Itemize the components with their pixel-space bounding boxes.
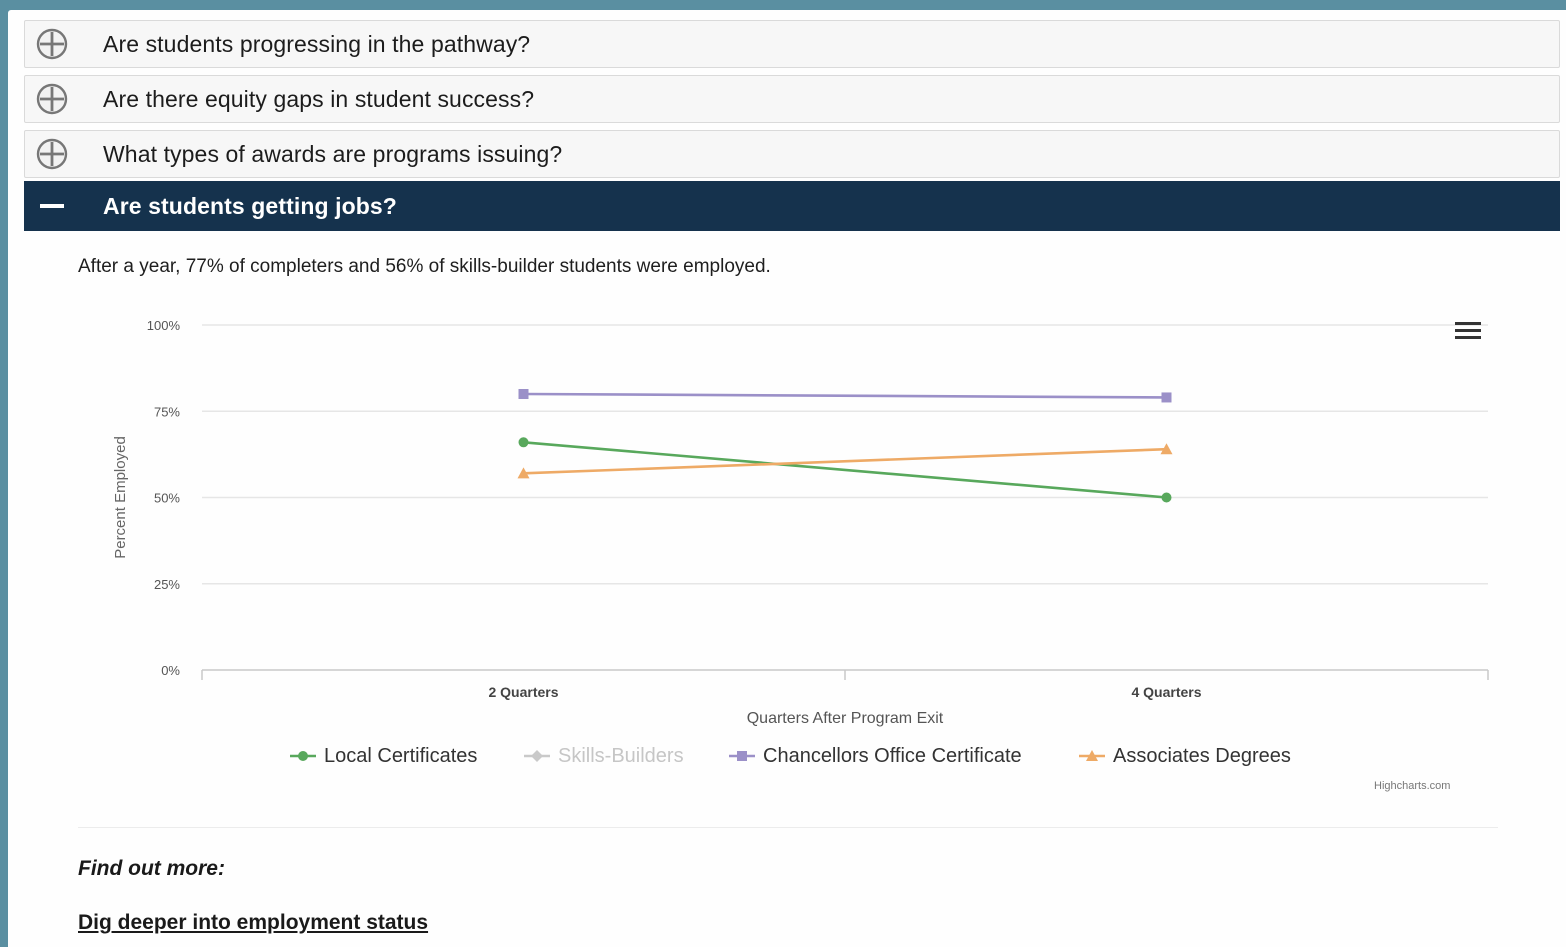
x-tick-label: 2 Quarters xyxy=(488,684,558,700)
data-point-local-certificates xyxy=(518,437,529,448)
plus-circle-icon xyxy=(36,28,68,60)
legend-marker xyxy=(531,750,543,762)
y-tick-label: 25% xyxy=(154,577,180,592)
data-point-chancellors-office-certificate xyxy=(518,389,529,399)
legend-marker xyxy=(737,751,747,761)
page-content: Are students progressing in the pathway?… xyxy=(8,10,1566,947)
legend-label: Local Certificates xyxy=(324,745,477,767)
divider xyxy=(78,827,1498,828)
legend-item-associates-degrees[interactable]: Associates Degrees xyxy=(1079,745,1291,767)
y-tick-label: 50% xyxy=(154,491,180,506)
y-tick-label: 100% xyxy=(147,318,181,333)
plus-circle-icon xyxy=(36,83,68,115)
employment-status-link[interactable]: Dig deeper into employment status xyxy=(78,911,428,935)
legend-marker xyxy=(298,751,308,761)
series-associates-degrees xyxy=(517,443,1173,479)
legend-item-skills-builders[interactable]: Skills-Builders xyxy=(524,745,684,767)
y-tick-label: 0% xyxy=(161,663,180,678)
accordion-item-award-types[interactable]: What types of awards are programs issuin… xyxy=(24,130,1560,178)
window-left-edge xyxy=(0,10,8,947)
minus-icon xyxy=(40,204,64,208)
y-tick-label: 75% xyxy=(154,404,180,419)
accordion-item-jobs[interactable]: Are students getting jobs? xyxy=(24,181,1560,231)
legend-item-local-certificates[interactable]: Local Certificates xyxy=(290,745,477,767)
accordion-item-equity-gaps[interactable]: Are there equity gaps in student success… xyxy=(24,75,1560,123)
accordion-item-label: Are there equity gaps in student success… xyxy=(103,85,535,112)
accordion-item-label: Are students progressing in the pathway? xyxy=(103,30,531,57)
x-axis-title: Quarters After Program Exit xyxy=(747,710,944,727)
chart-credit[interactable]: Highcharts.com xyxy=(1374,780,1450,792)
hamburger-icon[interactable] xyxy=(1450,318,1486,348)
data-point-local-certificates xyxy=(1161,492,1172,503)
legend-label: Chancellors Office Certificate xyxy=(763,745,1022,767)
legend-label: Skills-Builders xyxy=(558,745,684,767)
legend-item-chancellors-office-certificate[interactable]: Chancellors Office Certificate xyxy=(729,745,1022,767)
window-top-bar xyxy=(0,0,1566,10)
legend-label: Associates Degrees xyxy=(1113,745,1291,767)
employment-summary: After a year, 77% of completers and 56% … xyxy=(78,256,771,277)
employment-line-chart: 0% 25% 50% 75% 100% 2 Quarters 4 Quarters Quart… xyxy=(112,318,1489,767)
find-more-heading: Find out more: xyxy=(78,857,225,880)
x-tick-label: 4 Quarters xyxy=(1131,684,1201,700)
data-point-chancellors-office-certificate xyxy=(1161,392,1172,403)
series-chancellors-office-certificate xyxy=(518,389,1172,403)
accordion-item-label: Are students getting jobs? xyxy=(103,192,397,219)
series-line-chancellors-office-certificate xyxy=(523,392,1167,399)
y-axis-title: Percent Employed xyxy=(112,436,129,559)
plus-circle-icon xyxy=(36,138,68,170)
accordion-item-pathway-progress[interactable]: Are students progressing in the pathway? xyxy=(24,20,1560,68)
accordion-item-label: What types of awards are programs issuin… xyxy=(103,140,563,167)
